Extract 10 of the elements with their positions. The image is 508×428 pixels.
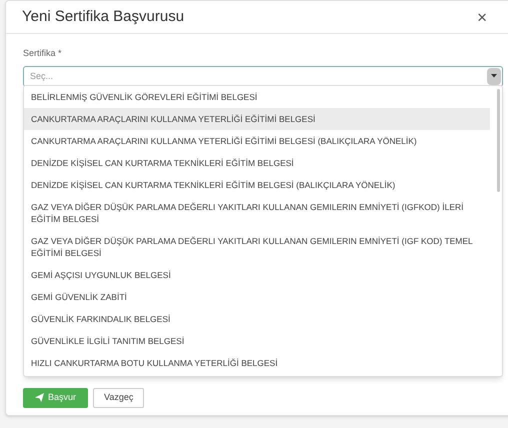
field-label: Sertifika * bbox=[23, 47, 63, 60]
dropdown-option[interactable]: CANKURTARMA ARAÇLARINI KULLANMA YETERLİĞİ EĞİTİMİ BELGESİ bbox=[24, 108, 490, 130]
send-icon bbox=[35, 393, 44, 402]
scrollbar[interactable] bbox=[497, 89, 500, 192]
dialog-title: Yeni Sertifika Başvurusu bbox=[22, 6, 184, 27]
select-field[interactable]: Seç... bbox=[23, 66, 503, 86]
cancel-button[interactable]: Vazgeç bbox=[93, 388, 144, 408]
close-button[interactable]: × bbox=[477, 8, 487, 26]
dropdown-arrow-icon[interactable] bbox=[487, 68, 501, 84]
dropdown-option[interactable]: BELİRLENMİŞ GÜVENLİK GÖREVLERİ EĞİTİMİ BELGESİ bbox=[24, 86, 490, 108]
